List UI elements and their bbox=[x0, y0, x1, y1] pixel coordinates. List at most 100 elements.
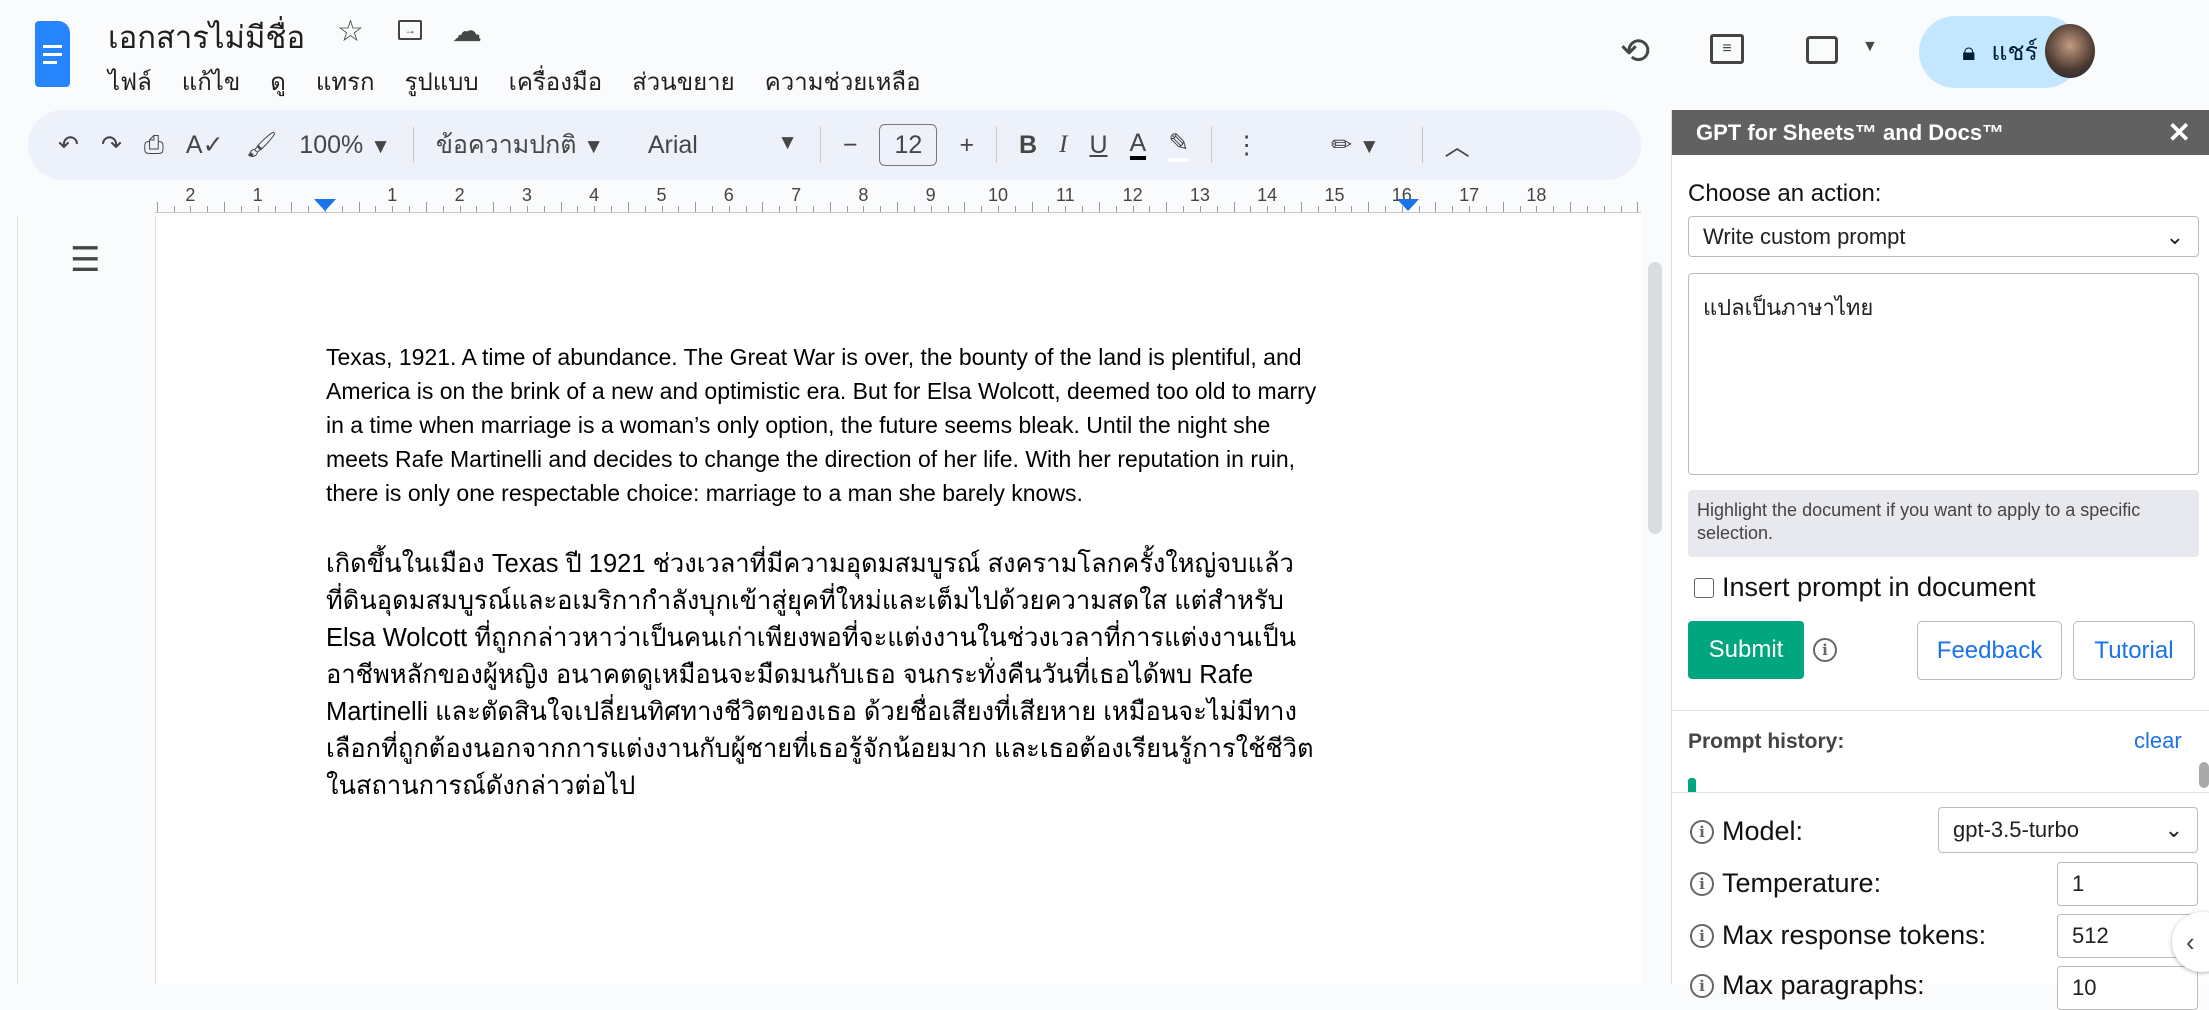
temperature-info-icon[interactable]: i bbox=[1690, 871, 1714, 896]
style-select[interactable]: ข้อความปกติ ▼ bbox=[436, 125, 626, 165]
font-size-input[interactable]: 12 bbox=[879, 124, 938, 166]
model-row: i Model: bbox=[1690, 816, 1803, 847]
prompt-textarea[interactable]: แปลเป็นภาษาไทย bbox=[1688, 273, 2199, 475]
close-icon[interactable]: ✕ bbox=[2168, 116, 2191, 149]
menu-tools[interactable]: เครื่องมือ bbox=[509, 62, 603, 101]
history-scrollbar[interactable] bbox=[2199, 762, 2209, 788]
docs-logo[interactable] bbox=[35, 21, 70, 87]
text-color-icon[interactable]: A bbox=[1129, 130, 1147, 160]
tokens-info-icon[interactable]: i bbox=[1690, 923, 1714, 948]
ruler-tick bbox=[728, 206, 730, 212]
ruler-tick bbox=[1284, 206, 1286, 212]
ruler-tick bbox=[1250, 206, 1252, 212]
ruler-tick bbox=[1216, 206, 1218, 212]
model-info-icon[interactable]: i bbox=[1690, 819, 1714, 844]
comments-icon[interactable]: ≡ bbox=[1710, 34, 1744, 64]
ruler-tick bbox=[981, 206, 983, 212]
more-icon[interactable]: ⋮ bbox=[1234, 130, 1259, 160]
highlight-icon[interactable]: ✎ bbox=[1168, 128, 1190, 162]
action-select[interactable]: Write custom prompt ⌄ bbox=[1688, 216, 2199, 257]
english-paragraph: Texas, 1921. A time of abundance. The Gr… bbox=[326, 344, 1317, 506]
ruler-tick bbox=[1065, 206, 1067, 212]
clear-history-link[interactable]: clear bbox=[2134, 728, 2182, 754]
max-paragraphs-row: i Max paragraphs: bbox=[1690, 970, 1925, 1001]
toolbar: ↶ ↷ ⎙ A✓ 🖌︎ 100% ▼ ข้อความปกติ ▼ Arial ▼ … bbox=[28, 110, 1641, 180]
ruler-tick bbox=[779, 206, 781, 212]
bold-icon[interactable]: B bbox=[1019, 131, 1037, 160]
font-size-increase[interactable]: + bbox=[959, 131, 974, 160]
ruler-tick bbox=[156, 202, 158, 212]
ruler-tick bbox=[577, 206, 579, 212]
submit-button[interactable]: Submit bbox=[1688, 621, 1804, 679]
ruler-tick bbox=[930, 206, 932, 212]
paint-format-icon[interactable]: 🖌︎ bbox=[246, 131, 278, 160]
chevron-down-icon: ⌄ bbox=[2164, 817, 2183, 842]
ruler-tick bbox=[897, 202, 899, 212]
spellcheck-icon[interactable]: A✓ bbox=[186, 130, 224, 160]
ruler-tick bbox=[257, 206, 259, 212]
editing-mode-icon[interactable]: ✏ ▼ bbox=[1331, 130, 1380, 160]
ruler-tick bbox=[1082, 206, 1084, 212]
star-icon[interactable]: ☆ bbox=[337, 14, 364, 49]
zoom-select[interactable]: 100% ▼ bbox=[299, 131, 391, 160]
document-page[interactable]: Texas, 1921. A time of abundance. The Gr… bbox=[155, 216, 1641, 984]
right-indent-marker[interactable] bbox=[1397, 199, 1419, 211]
redo-icon[interactable]: ↷ bbox=[101, 130, 122, 160]
ruler-number: 6 bbox=[723, 185, 734, 205]
italic-icon[interactable]: I bbox=[1059, 131, 1067, 159]
ruler-number: 1 bbox=[252, 185, 263, 205]
feedback-button[interactable]: Feedback bbox=[1917, 621, 2062, 680]
ruler-tick bbox=[678, 206, 680, 212]
ruler-number: 2 bbox=[185, 185, 196, 205]
meet-icon[interactable] bbox=[1806, 36, 1838, 64]
font-size-decrease[interactable]: − bbox=[843, 131, 858, 160]
font-select[interactable]: Arial ▼ bbox=[648, 131, 798, 160]
underline-icon[interactable]: U bbox=[1089, 131, 1107, 160]
undo-icon[interactable]: ↶ bbox=[58, 130, 79, 160]
gpt-sidebar: GPT for Sheets™ and Docs™ ✕ Choose an ac… bbox=[1671, 110, 2209, 1010]
submit-info-icon[interactable]: i bbox=[1813, 638, 1837, 662]
ruler-tick bbox=[1031, 202, 1033, 212]
menu-file[interactable]: ไฟล์ bbox=[108, 62, 152, 101]
ruler-tick bbox=[341, 206, 343, 212]
left-indent-marker[interactable] bbox=[314, 199, 336, 211]
ruler-number: 12 bbox=[1122, 185, 1143, 205]
ruler-tick bbox=[1233, 202, 1235, 212]
menu-edit[interactable]: แก้ไข bbox=[182, 62, 240, 101]
menu-bar: ไฟล์ แก้ไข ดู แทรก รูปแบบ เครื่องมือ ส่ว… bbox=[108, 62, 951, 101]
menu-extensions[interactable]: ส่วนขยาย bbox=[632, 62, 735, 101]
ruler-tick bbox=[1485, 206, 1487, 212]
ruler-tick bbox=[796, 206, 798, 212]
paragraphs-info-icon[interactable]: i bbox=[1690, 973, 1714, 998]
document-scrollbar[interactable] bbox=[1648, 262, 1662, 534]
history-item-marker bbox=[1688, 778, 1696, 792]
avatar[interactable] bbox=[2045, 24, 2095, 78]
move-folder-icon[interactable]: → bbox=[398, 20, 422, 40]
ruler-number: 14 bbox=[1257, 185, 1278, 205]
temperature-input[interactable]: 1 bbox=[2057, 862, 2198, 906]
ruler-tick bbox=[829, 202, 831, 212]
menu-help[interactable]: ความช่วยเหลือ bbox=[765, 62, 921, 101]
version-history-icon[interactable]: ⟲ bbox=[1620, 30, 1650, 72]
panel-header: GPT for Sheets™ and Docs™ ✕ bbox=[1672, 110, 2209, 155]
meet-dropdown-icon[interactable]: ▼ bbox=[1862, 38, 1878, 56]
cloud-saved-icon[interactable]: ☁ bbox=[452, 14, 482, 49]
document-title[interactable]: เอกสารไม่มีชื่อ bbox=[108, 12, 305, 62]
insert-prompt-checkbox[interactable] bbox=[1694, 577, 1714, 598]
insert-prompt-checkbox-row[interactable]: Insert prompt in document bbox=[1694, 572, 2036, 603]
chevron-down-icon: ⌄ bbox=[2165, 223, 2184, 249]
ruler-number: 5 bbox=[656, 185, 667, 205]
collapse-icon[interactable]: ︿ bbox=[1445, 127, 1470, 163]
menu-format[interactable]: รูปแบบ bbox=[405, 62, 479, 101]
tutorial-button[interactable]: Tutorial bbox=[2073, 621, 2195, 680]
model-select[interactable]: gpt-3.5-turbo ⌄ bbox=[1938, 807, 2198, 853]
menu-insert[interactable]: แทรก bbox=[316, 62, 375, 101]
max-paragraphs-input[interactable]: 10 bbox=[2057, 966, 2198, 1010]
ruler-number: 11 bbox=[1055, 185, 1075, 205]
menu-view[interactable]: ดู bbox=[270, 62, 286, 101]
ruler-tick bbox=[1267, 206, 1269, 212]
outline-icon[interactable]: ☰ bbox=[70, 240, 100, 280]
ruler-tick bbox=[1048, 206, 1050, 212]
print-icon[interactable]: ⎙ bbox=[144, 131, 164, 160]
ruler-tick bbox=[543, 206, 545, 212]
